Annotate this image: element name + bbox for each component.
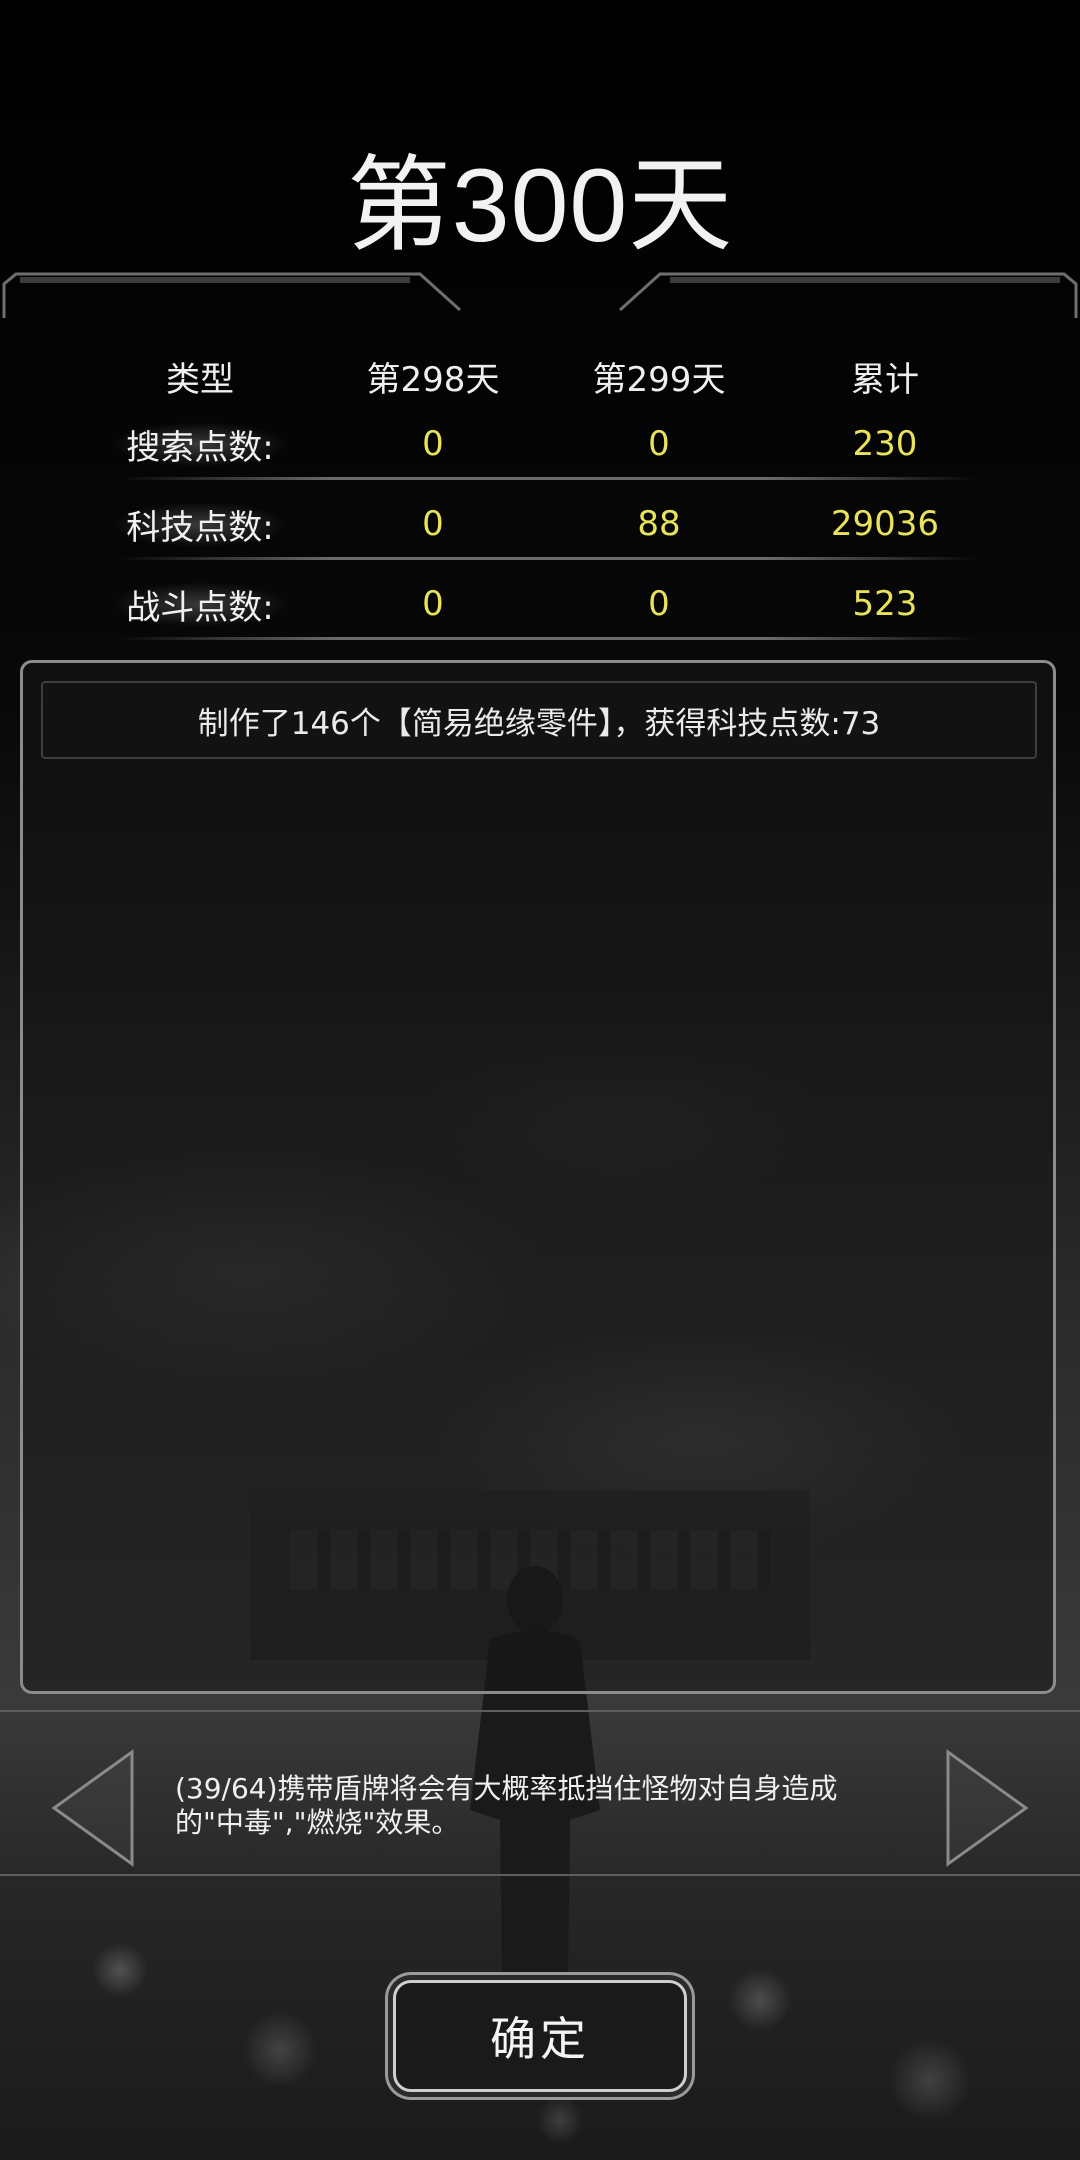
- tip-bar: (39/64)携带盾牌将会有大概率抵挡住怪物对自身造成 的"中毒","燃烧"效果…: [0, 1710, 1080, 1950]
- row-day299-value: 88: [637, 504, 681, 544]
- row-label: 战斗点数:: [80, 579, 320, 629]
- row-day298-value: 0: [422, 584, 444, 624]
- tip-line-2: 的"中毒","燃烧"效果。: [175, 1806, 460, 1839]
- header-type: 类型: [166, 359, 234, 400]
- confirm-button[interactable]: 确定: [393, 1980, 687, 2092]
- row-day298-value: 0: [422, 424, 444, 464]
- stats-table: 类型 第298天 第299天 累计 搜索点数: 0 0 230 科技点数: 0 …: [80, 348, 1000, 644]
- header-day298: 第298天: [366, 359, 500, 400]
- triangle-left-icon[interactable]: [48, 1748, 138, 1868]
- row-total-value: 29036: [830, 504, 940, 544]
- row-day298-value: 0: [422, 504, 444, 544]
- tip-divider-top: [0, 1710, 1080, 1712]
- row-total-value: 523: [852, 584, 918, 624]
- header-total: 累计: [851, 359, 919, 400]
- tip-line-1: (39/64)携带盾牌将会有大概率抵挡住怪物对自身造成: [175, 1772, 838, 1805]
- log-entry: 制作了146个【简易绝缘零件】，获得科技点数:73: [41, 681, 1037, 759]
- row-label: 搜索点数:: [80, 419, 320, 469]
- stats-header-row: 类型 第298天 第299天 累计: [80, 348, 1000, 404]
- top-frame-decoration: [2, 272, 1078, 318]
- day-title: 第300天: [346, 148, 734, 264]
- stats-row-tech: 科技点数: 0 88 29036: [80, 484, 1000, 564]
- row-label: 科技点数:: [80, 499, 320, 549]
- header-day299: 第299天: [592, 359, 726, 400]
- row-day299-value: 0: [648, 584, 670, 624]
- row-day299-value: 0: [648, 424, 670, 464]
- event-log-panel[interactable]: 制作了146个【简易绝缘零件】，获得科技点数:73: [20, 660, 1056, 1694]
- stats-row-combat: 战斗点数: 0 0 523: [80, 564, 1000, 644]
- row-total-value: 230: [852, 424, 918, 464]
- stats-row-search: 搜索点数: 0 0 230: [80, 404, 1000, 484]
- tip-divider-bottom: [0, 1874, 1080, 1876]
- tip-text: (39/64)携带盾牌将会有大概率抵挡住怪物对自身造成 的"中毒","燃烧"效果…: [175, 1772, 895, 1840]
- triangle-right-icon[interactable]: [942, 1748, 1032, 1868]
